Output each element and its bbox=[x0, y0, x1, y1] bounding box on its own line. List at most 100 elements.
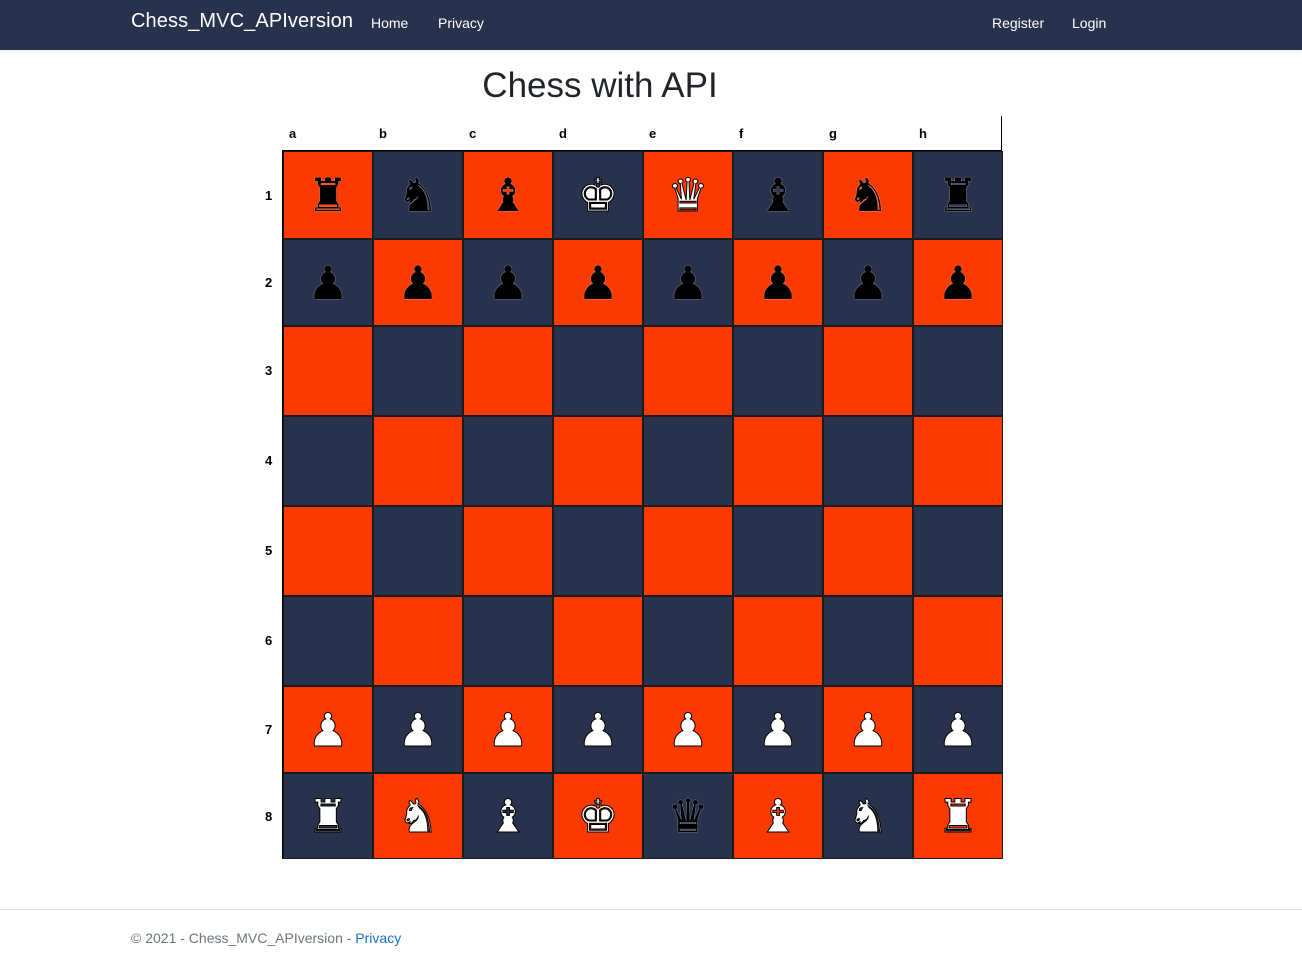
square-d7[interactable]: ♟ bbox=[553, 686, 643, 773]
square-h1[interactable]: ♜ bbox=[913, 151, 1003, 239]
square-h5[interactable] bbox=[913, 506, 1003, 596]
white-pawn-icon[interactable]: ♟ bbox=[757, 706, 799, 753]
square-g4[interactable] bbox=[823, 416, 913, 506]
square-c3[interactable] bbox=[463, 326, 553, 416]
square-f7[interactable]: ♟ bbox=[733, 686, 823, 773]
black-bishop-icon[interactable]: ♝ bbox=[487, 172, 528, 218]
black-pawn-icon[interactable]: ♟ bbox=[667, 260, 708, 306]
square-f8[interactable]: ♝ bbox=[733, 773, 823, 859]
footer-privacy-link[interactable]: Privacy bbox=[355, 930, 401, 946]
square-a1[interactable]: ♜ bbox=[283, 151, 373, 239]
square-b4[interactable] bbox=[373, 416, 463, 506]
square-d8[interactable]: ♚ bbox=[553, 773, 643, 859]
square-h8[interactable]: ♜ bbox=[913, 773, 1003, 859]
white-bishop-icon[interactable]: ♝ bbox=[757, 793, 799, 840]
black-knight-icon[interactable]: ♞ bbox=[847, 172, 888, 218]
square-f1[interactable]: ♝ bbox=[733, 151, 823, 239]
black-pawn-icon[interactable]: ♟ bbox=[397, 260, 438, 306]
square-d5[interactable] bbox=[553, 506, 643, 596]
square-a4[interactable] bbox=[283, 416, 373, 506]
brand-link[interactable]: Chess_MVC_APIversion bbox=[131, 10, 353, 33]
white-king-icon[interactable]: ♚ bbox=[577, 172, 619, 219]
square-b7[interactable]: ♟ bbox=[373, 686, 463, 773]
white-knight-icon[interactable]: ♞ bbox=[397, 793, 439, 840]
black-rook-icon[interactable]: ♜ bbox=[937, 172, 978, 218]
square-f2[interactable]: ♟ bbox=[733, 239, 823, 326]
black-knight-icon[interactable]: ♞ bbox=[397, 172, 438, 218]
black-pawn-icon[interactable]: ♟ bbox=[937, 260, 978, 306]
white-knight-icon[interactable]: ♞ bbox=[847, 793, 889, 840]
black-pawn-icon[interactable]: ♟ bbox=[307, 260, 348, 306]
square-g2[interactable]: ♟ bbox=[823, 239, 913, 326]
square-c7[interactable]: ♟ bbox=[463, 686, 553, 773]
square-g7[interactable]: ♟ bbox=[823, 686, 913, 773]
square-e7[interactable]: ♟ bbox=[643, 686, 733, 773]
black-pawn-icon[interactable]: ♟ bbox=[847, 260, 888, 306]
square-e2[interactable]: ♟ bbox=[643, 239, 733, 326]
square-c5[interactable] bbox=[463, 506, 553, 596]
square-a7[interactable]: ♟ bbox=[283, 686, 373, 773]
square-a5[interactable] bbox=[283, 506, 373, 596]
square-f4[interactable] bbox=[733, 416, 823, 506]
square-f3[interactable] bbox=[733, 326, 823, 416]
square-d3[interactable] bbox=[553, 326, 643, 416]
nav-privacy-link[interactable]: Privacy bbox=[438, 15, 484, 31]
square-c6[interactable] bbox=[463, 596, 553, 686]
square-e8[interactable]: ♛ bbox=[643, 773, 733, 859]
square-e3[interactable] bbox=[643, 326, 733, 416]
square-e6[interactable] bbox=[643, 596, 733, 686]
square-b2[interactable]: ♟ bbox=[373, 239, 463, 326]
square-c8[interactable]: ♝ bbox=[463, 773, 553, 859]
square-g1[interactable]: ♞ bbox=[823, 151, 913, 239]
square-c1[interactable]: ♝ bbox=[463, 151, 553, 239]
nav-home-link[interactable]: Home bbox=[371, 15, 408, 31]
square-c2[interactable]: ♟ bbox=[463, 239, 553, 326]
square-d1[interactable]: ♚ bbox=[553, 151, 643, 239]
square-b5[interactable] bbox=[373, 506, 463, 596]
square-h3[interactable] bbox=[913, 326, 1003, 416]
square-f6[interactable] bbox=[733, 596, 823, 686]
nav-register-link[interactable]: Register bbox=[992, 15, 1044, 31]
white-queen-icon[interactable]: ♛ bbox=[667, 172, 709, 219]
black-rook-icon[interactable]: ♜ bbox=[307, 172, 348, 218]
square-g5[interactable] bbox=[823, 506, 913, 596]
square-b1[interactable]: ♞ bbox=[373, 151, 463, 239]
square-c4[interactable] bbox=[463, 416, 553, 506]
square-e4[interactable] bbox=[643, 416, 733, 506]
white-pawn-icon[interactable]: ♟ bbox=[667, 706, 709, 753]
square-a3[interactable] bbox=[283, 326, 373, 416]
square-f5[interactable] bbox=[733, 506, 823, 596]
square-b3[interactable] bbox=[373, 326, 463, 416]
black-bishop-icon[interactable]: ♝ bbox=[757, 172, 798, 218]
white-bishop-icon[interactable]: ♝ bbox=[487, 793, 529, 840]
square-h6[interactable] bbox=[913, 596, 1003, 686]
square-d2[interactable]: ♟ bbox=[553, 239, 643, 326]
white-pawn-icon[interactable]: ♟ bbox=[307, 706, 349, 753]
square-e1[interactable]: ♛ bbox=[643, 151, 733, 239]
square-h4[interactable] bbox=[913, 416, 1003, 506]
square-a2[interactable]: ♟ bbox=[283, 239, 373, 326]
square-g6[interactable] bbox=[823, 596, 913, 686]
black-pawn-icon[interactable]: ♟ bbox=[757, 260, 798, 306]
white-king-icon[interactable]: ♚ bbox=[577, 793, 619, 840]
square-h7[interactable]: ♟ bbox=[913, 686, 1003, 773]
nav-login-link[interactable]: Login bbox=[1072, 15, 1106, 31]
white-pawn-icon[interactable]: ♟ bbox=[577, 706, 619, 753]
square-g8[interactable]: ♞ bbox=[823, 773, 913, 859]
square-h2[interactable]: ♟ bbox=[913, 239, 1003, 326]
square-a6[interactable] bbox=[283, 596, 373, 686]
white-pawn-icon[interactable]: ♟ bbox=[487, 706, 529, 753]
square-g3[interactable] bbox=[823, 326, 913, 416]
square-b6[interactable] bbox=[373, 596, 463, 686]
white-pawn-icon[interactable]: ♟ bbox=[847, 706, 889, 753]
square-b8[interactable]: ♞ bbox=[373, 773, 463, 859]
square-d4[interactable] bbox=[553, 416, 643, 506]
square-e5[interactable] bbox=[643, 506, 733, 596]
black-queen-icon[interactable]: ♛ bbox=[667, 793, 708, 839]
white-rook-icon[interactable]: ♜ bbox=[307, 793, 349, 840]
square-d6[interactable] bbox=[553, 596, 643, 686]
white-rook-icon[interactable]: ♜ bbox=[937, 793, 979, 840]
black-pawn-icon[interactable]: ♟ bbox=[487, 260, 528, 306]
white-pawn-icon[interactable]: ♟ bbox=[937, 706, 979, 753]
square-a8[interactable]: ♜ bbox=[283, 773, 373, 859]
